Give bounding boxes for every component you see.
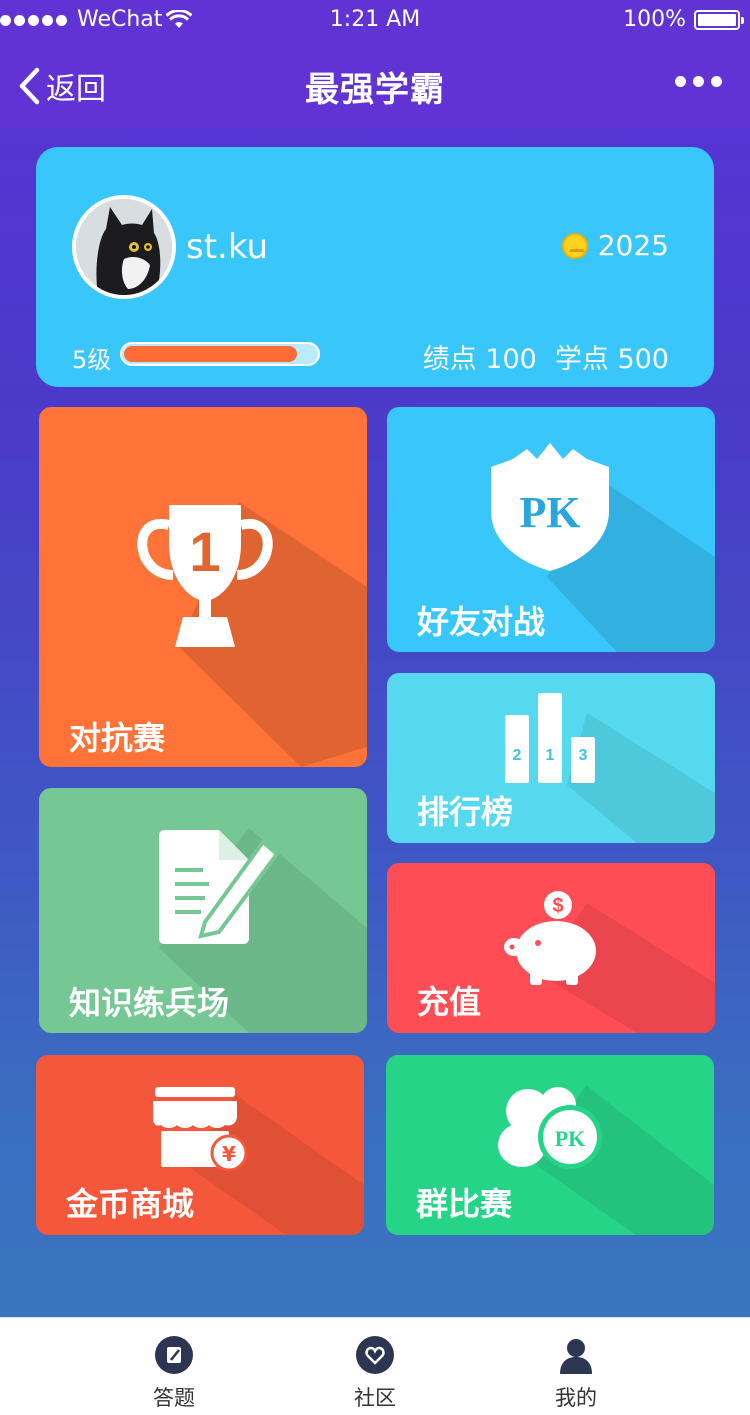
tile-friend-battle-label: 好友对战: [417, 603, 546, 641]
battery-icon: [694, 10, 744, 30]
currency-symbol: ¥: [222, 1142, 236, 1166]
tab-quiz-label: 答题: [153, 1386, 195, 1410]
tile-friend-battle[interactable]: PK 好友对战: [387, 407, 715, 652]
tile-practice[interactable]: 知识练兵场: [39, 788, 367, 1033]
rank-2: 2: [513, 747, 522, 764]
coin-count: 2025: [597, 229, 669, 262]
status-bar-right: 100%: [623, 0, 744, 40]
trophy-icon: 1: [137, 505, 273, 647]
svg-text:$: $: [552, 895, 563, 917]
tile-ranking[interactable]: 2 1 3 排行榜: [387, 673, 715, 843]
trophy-number: 1: [189, 520, 220, 583]
piggy-bank-icon: $: [504, 891, 596, 985]
tab-quiz[interactable]: 答题: [114, 1336, 234, 1412]
rank-1: 1: [546, 747, 555, 764]
cat-avatar-icon: [76, 199, 172, 295]
points-label: 学点: [554, 344, 609, 375]
nav-bar: 返回 最强学霸: [0, 40, 750, 128]
tile-practice-label: 知识练兵场: [69, 984, 230, 1022]
store-icon: ¥: [153, 1087, 248, 1172]
gpa-value: 100: [485, 344, 537, 375]
gpa-label: 绩点: [422, 344, 477, 375]
avatar[interactable]: [72, 195, 176, 299]
coin-icon: [561, 232, 588, 259]
more-button[interactable]: [675, 76, 722, 87]
tile-recharge-label: 充值: [417, 983, 482, 1021]
community-icon: [356, 1336, 394, 1374]
points-stat: 学点 500: [555, 337, 669, 376]
level-label: 5级: [72, 346, 112, 374]
pk-text: PK: [519, 488, 580, 537]
gpa-stat: 绩点 100: [423, 337, 537, 376]
podium-icon: 2 1 3: [505, 693, 595, 783]
quiz-icon: [155, 1336, 193, 1374]
tile-contest[interactable]: 1 对抗赛: [39, 407, 367, 767]
points-value: 500: [617, 344, 669, 375]
page-title: 最强学霸: [305, 70, 445, 110]
rank-3: 3: [579, 747, 588, 764]
group-pk-text: PK: [555, 1126, 586, 1151]
tile-ranking-label: 排行榜: [417, 793, 514, 831]
tile-group-contest[interactable]: PK 群比赛: [386, 1055, 714, 1235]
profile-icon: [557, 1336, 595, 1374]
tile-contest-label: 对抗赛: [69, 719, 166, 757]
tab-profile-label: 我的: [555, 1386, 597, 1410]
pk-shield-icon: PK: [491, 443, 609, 571]
coin-balance: 2025: [561, 229, 669, 262]
notebook-pen-icon: [159, 830, 280, 944]
group-pk-icon: PK: [498, 1087, 602, 1169]
tab-community-label: 社区: [354, 1386, 396, 1410]
battery-percent: 100%: [623, 7, 686, 32]
profile-stats: 绩点 100 学点 500: [423, 337, 669, 376]
tab-bar: 答题 社区 我的: [0, 1317, 750, 1415]
level-progress-bar: [120, 342, 320, 366]
level-progress-fill: [124, 346, 297, 362]
username: st.ku: [186, 227, 269, 267]
tab-community[interactable]: 社区: [315, 1336, 435, 1412]
profile-card[interactable]: st.ku 2025 5级 绩点 100 学点 500: [36, 147, 714, 387]
tile-recharge[interactable]: $ 充值: [387, 863, 715, 1033]
more-dots-icon: [675, 76, 686, 87]
status-bar: WeChat 1:21 AM 100%: [0, 0, 750, 40]
tab-profile[interactable]: 我的: [516, 1336, 636, 1412]
tile-shop[interactable]: ¥ 金币商城: [36, 1055, 364, 1235]
tile-shop-label: 金币商城: [66, 1185, 195, 1223]
tile-group-contest-label: 群比赛: [416, 1185, 513, 1223]
